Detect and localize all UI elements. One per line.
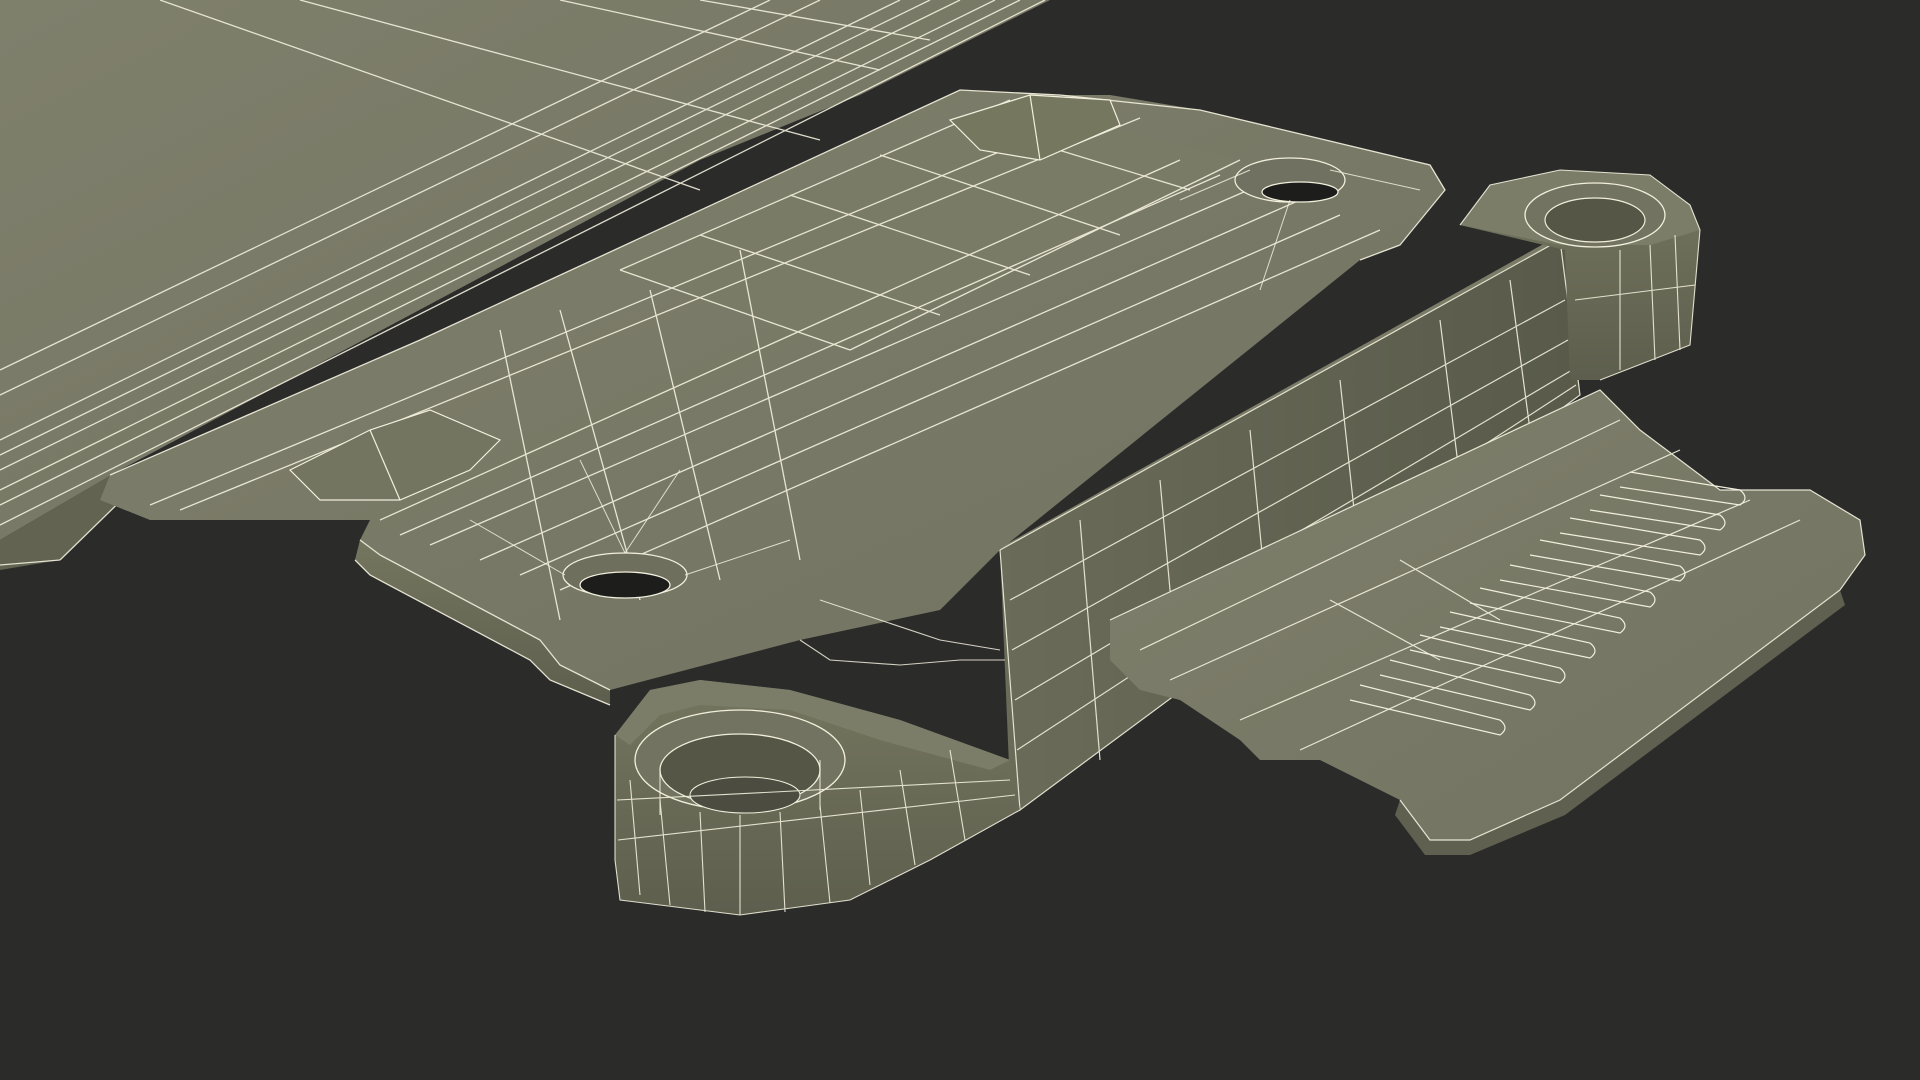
render-viewport	[0, 0, 1920, 1080]
wireframe-model	[0, 0, 1866, 916]
mount-tab-left	[614, 680, 1021, 916]
